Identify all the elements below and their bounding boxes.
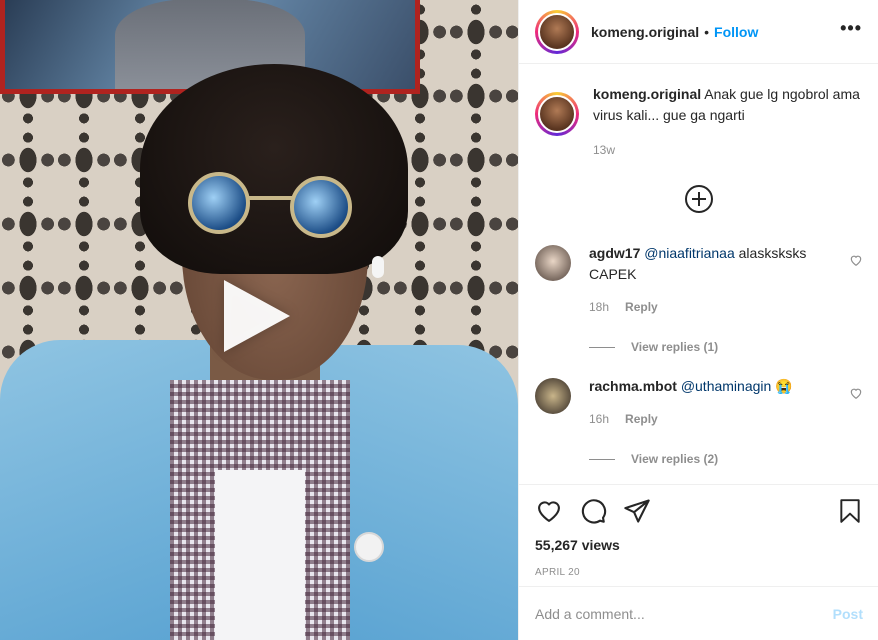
list-item: rachma.mbot @uthaminagin 😭 16h Reply — [535, 376, 863, 430]
view-replies-button[interactable]: View replies (2) — [589, 452, 863, 466]
view-count[interactable]: 55,267 views — [535, 537, 863, 553]
reply-button[interactable]: Reply — [625, 297, 658, 318]
follow-button[interactable]: Follow — [714, 24, 758, 40]
sunglasses-right-lens — [290, 176, 352, 238]
comment-icon[interactable] — [579, 497, 607, 525]
comment-mention[interactable]: @uthaminagin — [681, 378, 772, 394]
post-button[interactable]: Post — [833, 606, 863, 622]
caption-avatar[interactable] — [535, 92, 579, 136]
avatar[interactable] — [535, 245, 571, 281]
caption-time: 13w — [593, 143, 616, 157]
comment-text: 😭 — [775, 378, 793, 394]
more-icon[interactable]: ••• — [840, 18, 862, 45]
heart-icon[interactable] — [849, 253, 863, 267]
avatar[interactable] — [535, 378, 571, 414]
comment-mention[interactable]: @niaafitrianaa — [644, 245, 735, 261]
post-header: komeng.original • Follow ••• — [519, 0, 878, 64]
video-player[interactable] — [0, 0, 518, 640]
caption-username[interactable]: komeng.original — [593, 86, 701, 102]
avatar[interactable] — [535, 9, 579, 54]
view-replies-button[interactable]: View replies (1) — [589, 340, 863, 354]
comment-input[interactable] — [535, 605, 833, 622]
heart-icon[interactable] — [535, 497, 563, 525]
header-username[interactable]: komeng.original — [591, 24, 699, 40]
comment-time: 18h — [589, 300, 610, 314]
play-icon[interactable] — [224, 280, 290, 352]
post-actions: 55,267 views APRIL 20 — [519, 484, 878, 578]
sunglasses-left-lens — [188, 172, 250, 234]
separator-dot: • — [704, 23, 710, 40]
comment-composer: Post — [519, 586, 878, 640]
post-date[interactable]: APRIL 20 — [535, 567, 863, 578]
comment-thread: agdw17 @niaafitrianaa alasksksks CAPEK 1… — [535, 243, 863, 466]
comments-list[interactable]: komeng.original Anak gue lg ngobrol ama … — [519, 64, 878, 484]
comment-time: 16h — [589, 412, 610, 426]
caption: komeng.original Anak gue lg ngobrol ama … — [535, 84, 863, 161]
plus-circle-icon[interactable] — [685, 185, 713, 213]
comment-username[interactable]: agdw17 — [589, 245, 640, 261]
share-icon[interactable] — [623, 497, 651, 525]
earbud — [372, 256, 384, 278]
list-item: agdw17 @niaafitrianaa alasksksks CAPEK 1… — [535, 243, 863, 318]
comment-username[interactable]: rachma.mbot — [589, 378, 677, 394]
bookmark-icon[interactable] — [837, 497, 863, 525]
hair — [140, 64, 408, 274]
post-side-panel: komeng.original • Follow ••• komeng.orig… — [518, 0, 878, 640]
heart-icon[interactable] — [849, 386, 863, 400]
reply-button[interactable]: Reply — [625, 409, 658, 430]
